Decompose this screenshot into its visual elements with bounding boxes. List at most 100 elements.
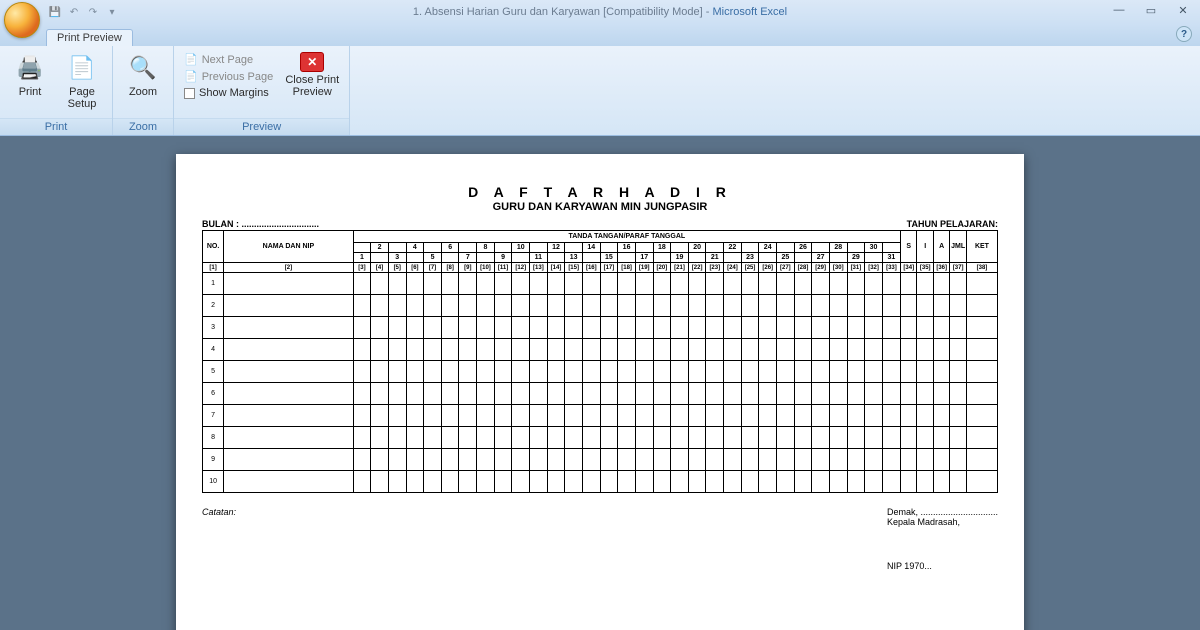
- col-tanda: TANDA TANGAN/PARAF TANGGAL: [353, 231, 900, 243]
- cell: [966, 361, 997, 383]
- index-cell: [20]: [653, 263, 671, 273]
- cell: [901, 383, 917, 405]
- minimize-button[interactable]: —: [1106, 2, 1132, 18]
- cell: [882, 471, 900, 493]
- cell: [441, 295, 459, 317]
- col-s: S: [901, 231, 917, 263]
- next-page-icon: 📄: [184, 53, 198, 66]
- cell: [406, 317, 424, 339]
- cell: [441, 361, 459, 383]
- cell: [759, 405, 777, 427]
- show-margins-checkbox[interactable]: Show Margins: [180, 86, 277, 100]
- signature-block: Demak, ............................... K…: [887, 507, 998, 571]
- index-cell: [30]: [829, 263, 847, 273]
- document-title: 1. Absensi Harian Guru dan Karyawan [Com…: [413, 6, 703, 18]
- index-cell: [22]: [688, 263, 706, 273]
- index-cell: [14]: [547, 263, 565, 273]
- close-preview-button[interactable]: ✕ Close Print Preview: [281, 50, 343, 118]
- cell: [477, 449, 495, 471]
- index-cell: [5]: [388, 263, 406, 273]
- day-header: 26: [794, 243, 812, 253]
- cell: [477, 295, 495, 317]
- tab-print-preview[interactable]: Print Preview: [46, 29, 133, 46]
- day-header: [547, 253, 565, 263]
- index-cell: [38]: [966, 263, 997, 273]
- cell: [424, 317, 442, 339]
- cell: [794, 427, 812, 449]
- cell: [441, 471, 459, 493]
- cell: [724, 405, 742, 427]
- cell: [901, 361, 917, 383]
- cell: [353, 295, 371, 317]
- close-button[interactable]: ✕: [1170, 2, 1196, 18]
- cell: [917, 427, 933, 449]
- day-header: [530, 243, 548, 253]
- cell: [777, 295, 795, 317]
- row-number: 7: [203, 405, 224, 427]
- cell: [741, 427, 759, 449]
- day-header: [477, 253, 495, 263]
- cell: [777, 317, 795, 339]
- cell: [565, 339, 583, 361]
- cell: [635, 471, 653, 493]
- cell: [950, 449, 966, 471]
- cell: [424, 361, 442, 383]
- cell: [565, 449, 583, 471]
- zoom-button[interactable]: 🔍 Zoom: [119, 50, 167, 118]
- row-number: 2: [203, 295, 224, 317]
- cell: [600, 383, 618, 405]
- cell: [353, 339, 371, 361]
- cell: [477, 405, 495, 427]
- qat-dropdown-icon[interactable]: ▾: [103, 3, 121, 21]
- undo-icon[interactable]: ↶: [65, 3, 83, 21]
- page-preview: D A F T A R H A D I R GURU DAN KARYAWAN …: [176, 154, 1024, 630]
- print-preview-area[interactable]: D A F T A R H A D I R GURU DAN KARYAWAN …: [0, 136, 1200, 630]
- cell: [388, 339, 406, 361]
- cell: [882, 361, 900, 383]
- cell: [388, 273, 406, 295]
- cell: [388, 361, 406, 383]
- day-header: 2: [371, 243, 389, 253]
- cell: [547, 317, 565, 339]
- page-setup-button[interactable]: 📄 Page Setup: [58, 50, 106, 118]
- app-name: Microsoft Excel: [713, 6, 788, 18]
- save-icon[interactable]: 💾: [46, 3, 64, 21]
- cell: [582, 427, 600, 449]
- cell: [371, 405, 389, 427]
- cell: [865, 273, 883, 295]
- cell: [530, 295, 548, 317]
- cell: [688, 471, 706, 493]
- cell: [950, 361, 966, 383]
- cell: [829, 471, 847, 493]
- row-number: 9: [203, 449, 224, 471]
- cell: [547, 339, 565, 361]
- cell: [759, 317, 777, 339]
- cell: [724, 317, 742, 339]
- index-cell: [10]: [477, 263, 495, 273]
- help-icon[interactable]: ?: [1176, 26, 1192, 42]
- row-number: 8: [203, 427, 224, 449]
- cell: [582, 273, 600, 295]
- cell: [688, 295, 706, 317]
- cell: [794, 405, 812, 427]
- cell: [794, 383, 812, 405]
- cell: [653, 405, 671, 427]
- cell: [371, 427, 389, 449]
- cell: [933, 471, 949, 493]
- office-button[interactable]: [4, 2, 40, 38]
- cell: [441, 317, 459, 339]
- cell: [865, 317, 883, 339]
- print-button[interactable]: 🖨️ Print: [6, 50, 54, 118]
- cell: [966, 471, 997, 493]
- cell: [966, 449, 997, 471]
- cell: [847, 471, 865, 493]
- demak-line: Demak, ...............................: [887, 507, 998, 517]
- day-header: [582, 253, 600, 263]
- maximize-button[interactable]: ▭: [1138, 2, 1164, 18]
- cell: [618, 273, 636, 295]
- cell: [459, 339, 477, 361]
- redo-icon[interactable]: ↷: [84, 3, 102, 21]
- cell: [512, 383, 530, 405]
- cell: [530, 361, 548, 383]
- cell: [600, 471, 618, 493]
